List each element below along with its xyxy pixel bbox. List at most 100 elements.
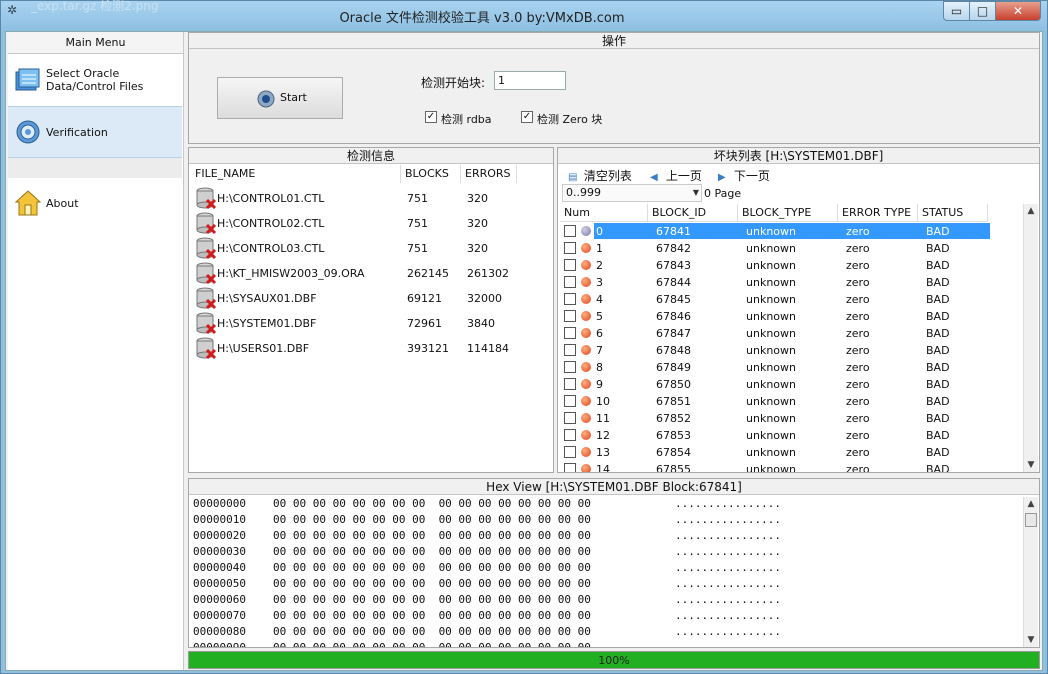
row-checkbox[interactable] — [564, 344, 576, 356]
status-dot-icon — [581, 413, 591, 423]
close-button[interactable]: ✕ — [995, 1, 1041, 21]
row-num: 0 — [596, 225, 603, 238]
row-checkbox[interactable] — [564, 395, 576, 407]
progress-bar: 100% — [188, 651, 1040, 669]
file-row[interactable]: H:\USERS01.DBF 393121 114184 — [193, 336, 549, 361]
row-checkbox[interactable] — [564, 446, 576, 458]
row-num: 3 — [596, 276, 603, 289]
row-checkbox[interactable] — [564, 259, 576, 271]
row-checkbox[interactable] — [564, 310, 576, 322]
clear-list-button[interactable]: ▤ 清空列表 — [568, 167, 632, 184]
status-header[interactable]: STATUS — [918, 204, 988, 222]
row-checkbox[interactable] — [564, 412, 576, 424]
bad-block-row[interactable]: 10 67851 unknown zero BAD — [562, 393, 990, 410]
minimize-button[interactable]: ▭ — [943, 1, 970, 21]
check-zero-label: 检测 Zero 块 — [537, 113, 603, 126]
bad-block-row[interactable]: 11 67852 unknown zero BAD — [562, 410, 990, 427]
start-block-input[interactable]: 1 — [494, 71, 566, 90]
file-errors: 320 — [467, 217, 488, 230]
error-type-header[interactable]: ERROR TYPE — [838, 204, 918, 222]
hex-ascii: ................ — [675, 497, 781, 510]
file-name-header[interactable]: FILE_NAME — [191, 165, 401, 183]
row-block-type: unknown — [746, 310, 796, 323]
scroll-down-icon[interactable]: ▼ — [1024, 458, 1038, 472]
menu-separator — [8, 158, 182, 178]
start-button-label: Start — [280, 91, 307, 104]
scroll-down-icon[interactable]: ▼ — [1024, 633, 1038, 647]
bad-block-row[interactable]: 4 67845 unknown zero BAD — [562, 291, 990, 308]
file-row[interactable]: H:\CONTROL01.CTL 751 320 — [193, 186, 549, 211]
hex-ascii: ................ — [675, 577, 781, 590]
row-error-type: zero — [846, 242, 870, 255]
bad-block-row[interactable]: 0 67841 unknown zero BAD — [562, 223, 990, 240]
start-button[interactable]: Start — [217, 77, 343, 119]
errors-header[interactable]: ERRORS — [461, 165, 517, 183]
home-icon — [14, 190, 42, 216]
file-error-icon — [196, 312, 217, 335]
row-checkbox[interactable] — [564, 361, 576, 373]
row-error-type: zero — [846, 463, 870, 472]
file-name: H:\CONTROL02.CTL — [217, 217, 325, 230]
scroll-up-icon[interactable]: ▲ — [1024, 497, 1038, 511]
row-checkbox[interactable] — [564, 293, 576, 305]
bad-block-row[interactable]: 7 67848 unknown zero BAD — [562, 342, 990, 359]
row-checkbox[interactable] — [564, 225, 576, 237]
chevron-down-icon[interactable]: ▼ — [693, 185, 699, 201]
row-checkbox[interactable] — [564, 463, 576, 472]
hex-view-body[interactable]: 00000000 00 00 00 00 00 00 00 00 00 00 00… — [191, 497, 1021, 647]
menu-item-about[interactable]: About — [8, 180, 182, 230]
bad-block-row[interactable]: 9 67850 unknown zero BAD — [562, 376, 990, 393]
bad-block-row[interactable]: 8 67849 unknown zero BAD — [562, 359, 990, 376]
hex-offset: 00000050 — [193, 577, 246, 590]
maximize-button[interactable]: □ — [969, 1, 996, 21]
status-dot-icon — [581, 362, 591, 372]
page-range-select[interactable]: 0..999 ▼ — [562, 184, 702, 202]
bad-block-row[interactable]: 3 67844 unknown zero BAD — [562, 274, 990, 291]
row-status: BAD — [926, 225, 950, 238]
window-title: Oracle 文件检测校验工具 v3.0 by:VMxDB.com — [339, 11, 625, 26]
row-checkbox[interactable] — [564, 378, 576, 390]
bad-block-row[interactable]: 5 67846 unknown zero BAD — [562, 308, 990, 325]
row-block-type: unknown — [746, 259, 796, 272]
file-row[interactable]: H:\KT_HMISW2003_09.ORA 262145 261302 — [193, 261, 549, 286]
blocks-header[interactable]: BLOCKS — [401, 165, 461, 183]
row-num: 5 — [596, 310, 603, 323]
file-row[interactable]: H:\SYSAUX01.DBF 69121 32000 — [193, 286, 549, 311]
file-row[interactable]: H:\CONTROL02.CTL 751 320 — [193, 211, 549, 236]
operations-title: 操作 — [189, 33, 1039, 49]
file-row[interactable]: H:\SYSTEM01.DBF 72961 3840 — [193, 311, 549, 336]
bad-block-row[interactable]: 12 67853 unknown zero BAD — [562, 427, 990, 444]
menu-item-select-files[interactable]: Select Oracle Data/Control Files — [8, 56, 182, 106]
hex-scrollbar[interactable]: ▲ ▼ — [1023, 497, 1038, 647]
title-bar[interactable]: ✲ _exp.tar.gz 检测2.png Oracle 文件检测校验工具 v3… — [1, 0, 1047, 31]
num-header[interactable]: Num — [560, 204, 648, 222]
block-id-header[interactable]: BLOCK_ID — [648, 204, 738, 222]
row-error-type: zero — [846, 293, 870, 306]
prev-page-button[interactable]: ◀ 上一页 — [650, 167, 702, 184]
bad-block-row[interactable]: 2 67843 unknown zero BAD — [562, 257, 990, 274]
bad-block-row[interactable]: 14 67855 unknown zero BAD — [562, 461, 990, 472]
start-icon — [257, 90, 275, 108]
bad-block-row[interactable]: 1 67842 unknown zero BAD — [562, 240, 990, 257]
row-block-id: 67853 — [656, 429, 691, 442]
file-row[interactable]: H:\CONTROL03.CTL 751 320 — [193, 236, 549, 261]
row-error-type: zero — [846, 344, 870, 357]
scroll-up-icon[interactable]: ▲ — [1024, 204, 1038, 218]
row-error-type: zero — [846, 259, 870, 272]
hex-bytes: 00 00 00 00 00 00 00 00 00 00 00 00 00 0… — [273, 513, 591, 526]
row-checkbox[interactable] — [564, 327, 576, 339]
check-rdba-box[interactable]: ✓ — [425, 111, 437, 123]
bad-block-scrollbar[interactable]: ▲ ▼ — [1023, 204, 1038, 472]
menu-title: Main Menu — [8, 32, 183, 54]
bad-block-row[interactable]: 13 67854 unknown zero BAD — [562, 444, 990, 461]
check-zero-box[interactable]: ✓ — [521, 111, 533, 123]
next-page-button[interactable]: ▶ 下一页 — [718, 167, 770, 184]
bad-block-row[interactable]: 6 67847 unknown zero BAD — [562, 325, 990, 342]
scroll-thumb[interactable] — [1025, 513, 1037, 527]
row-checkbox[interactable] — [564, 429, 576, 441]
row-checkbox[interactable] — [564, 242, 576, 254]
menu-item-verification[interactable]: Verification — [8, 106, 182, 158]
block-type-header[interactable]: BLOCK_TYPE — [738, 204, 838, 222]
row-checkbox[interactable] — [564, 276, 576, 288]
row-error-type: zero — [846, 276, 870, 289]
